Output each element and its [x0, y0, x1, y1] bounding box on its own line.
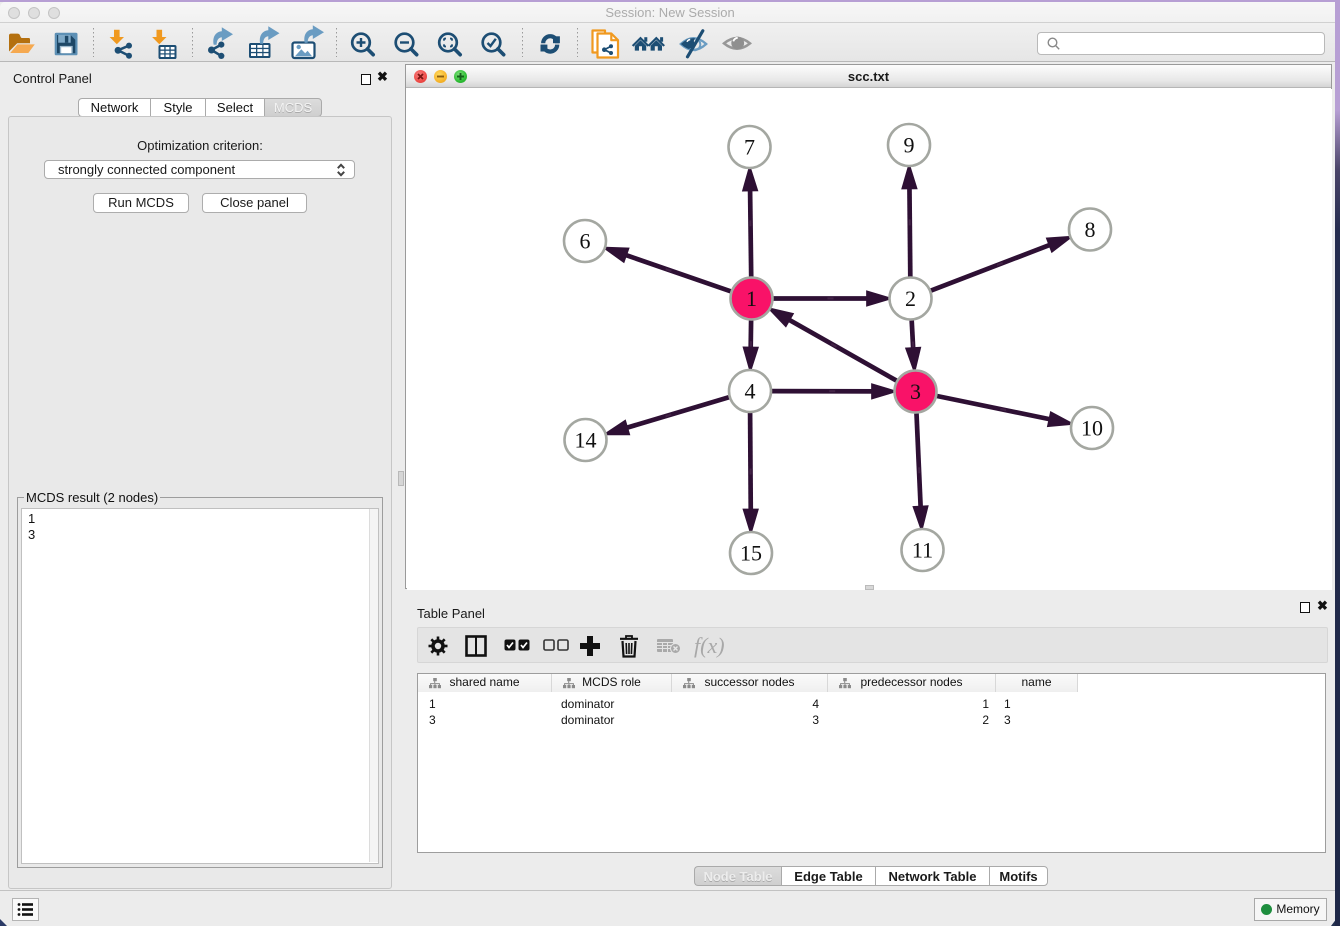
svg-text:1: 1	[746, 286, 757, 311]
svg-text:6: 6	[580, 228, 591, 253]
svg-text:8: 8	[1085, 217, 1096, 242]
svg-text:11: 11	[912, 537, 933, 562]
svg-text:7: 7	[744, 134, 755, 159]
svg-text:2: 2	[905, 286, 916, 311]
svg-text:10: 10	[1081, 415, 1103, 440]
svg-text:14: 14	[575, 427, 597, 452]
svg-text:4: 4	[745, 378, 756, 403]
svg-text:15: 15	[740, 540, 762, 565]
svg-text:3: 3	[910, 379, 921, 404]
svg-text:9: 9	[904, 132, 915, 157]
